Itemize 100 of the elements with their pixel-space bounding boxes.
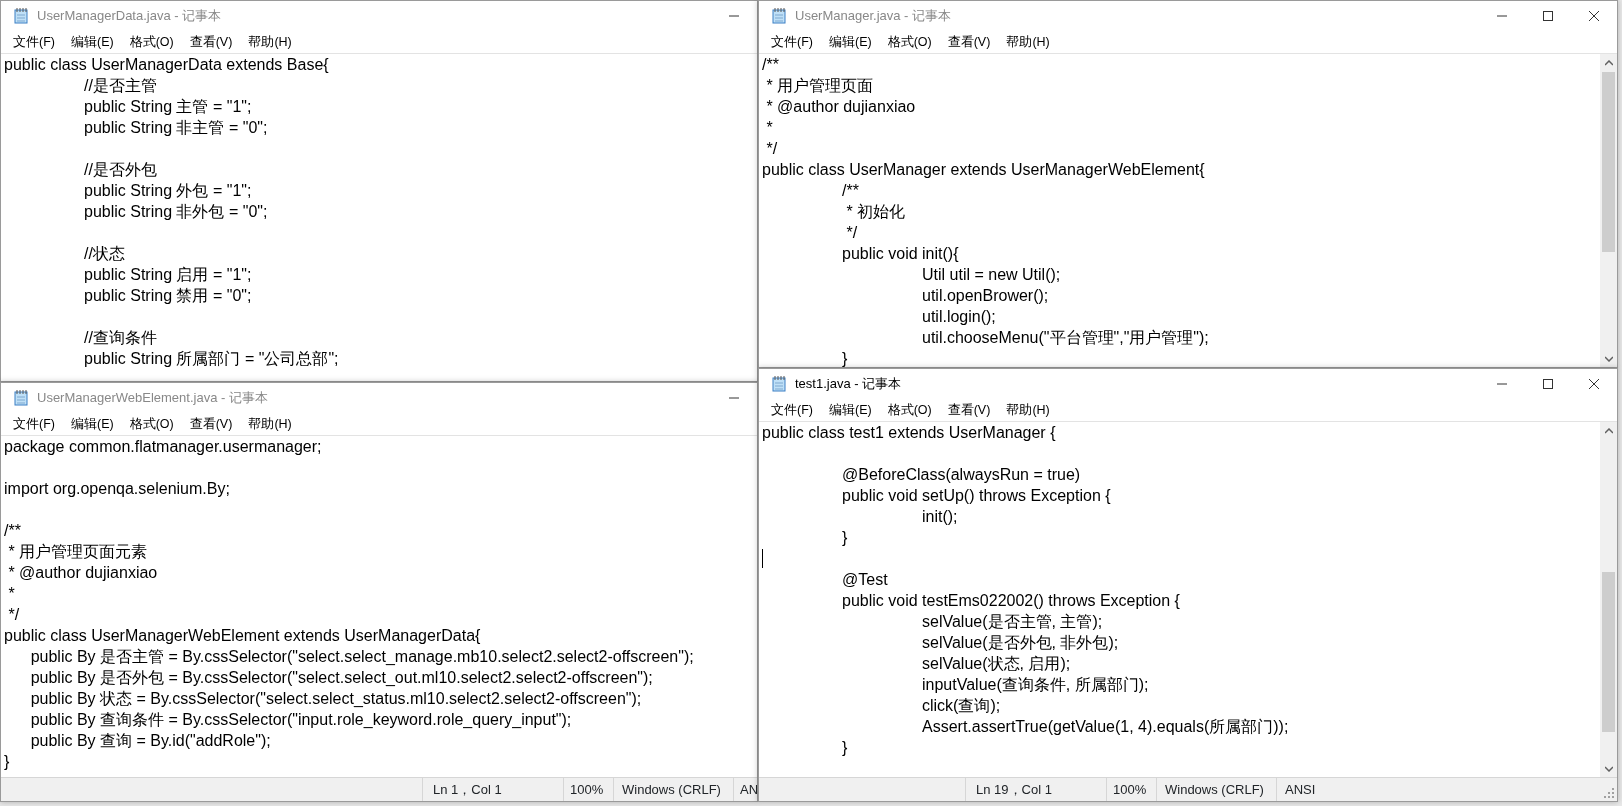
code-line: public String 非主管 = "0"; — [83, 118, 269, 138]
code-line: selValue(是否外包, 非外包); — [921, 633, 1120, 653]
code-line: * @author dujianxiao — [765, 97, 917, 117]
menu-item[interactable]: 编辑(E) — [62, 414, 122, 434]
menu-item[interactable]: 格式(O) — [121, 414, 182, 434]
code-line: public By 查询 = By.id("addRole"); — [29, 731, 272, 751]
code-line: Util util = new Util(); — [921, 265, 1062, 285]
menu-item[interactable]: 文件(F) — [763, 400, 821, 420]
code-line: public String 启用 = "1"; — [83, 265, 253, 285]
window-title: test1.java - 记事本 — [795, 375, 902, 394]
close-icon[interactable] — [1589, 11, 1599, 21]
menu-item[interactable]: 查看(V) — [939, 32, 999, 52]
window-title: UserManager.java - 记事本 — [795, 7, 952, 26]
code-line: /** — [761, 55, 780, 75]
code-line: init(); — [921, 507, 959, 527]
menu-item[interactable]: 查看(V) — [939, 400, 999, 420]
code-line: } — [3, 752, 11, 772]
code-line: util.openBrower(); — [921, 286, 1050, 306]
encoding: ANSI — [1285, 780, 1316, 799]
code-line: util.login(); — [921, 307, 997, 327]
code-line: @Test — [841, 570, 889, 590]
code-line: public void setUp() throws Exception { — [841, 486, 1112, 506]
notepad-icon — [13, 390, 29, 406]
code-line: public By 状态 = By.cssSelector("select.select_status.ml10.select2.select2-offscreen"); — [29, 689, 643, 709]
code-line: //状态 — [83, 244, 126, 264]
code-line: public String 所属部门 = "公司总部"; — [83, 349, 340, 369]
code-line: */ — [765, 139, 779, 159]
code-line: public class UserManagerWebElement extends UserManagerData{ — [3, 626, 482, 646]
menu-item[interactable]: 查看(V) — [181, 32, 241, 52]
code-line: Assert.assertTrue(getValue(1, 4).equals(所属部门)); — [921, 717, 1290, 737]
scroll-down-icon[interactable] — [1604, 765, 1613, 772]
code-line: } — [841, 528, 849, 548]
code-line: } — [841, 738, 849, 758]
code-line: import org.openqa.selenium.By; — [3, 479, 231, 499]
code-line: public By 是否外包 = By.cssSelector("select.select_out.ml10.select2.select2-offscreen"); — [29, 668, 654, 688]
code-line: package common.flatmanager.usermanager; — [3, 437, 323, 457]
menu-item[interactable]: 帮助(H) — [998, 400, 1058, 420]
notepad-icon — [771, 376, 787, 392]
scroll-down-icon[interactable] — [1604, 355, 1613, 362]
code-line: /** — [3, 521, 22, 541]
code-line: selValue(状态, 启用); — [921, 654, 1072, 674]
menu-item[interactable]: 帮助(H) — [240, 32, 300, 52]
scroll-up-icon[interactable] — [1604, 59, 1613, 66]
code-line: public class test1 extends UserManager { — [761, 423, 1057, 443]
code-line: inputValue(查询条件, 所属部门); — [921, 675, 1150, 695]
menu-item[interactable]: 查看(V) — [181, 414, 241, 434]
code-line: */ — [7, 605, 21, 625]
line-ending: Windows (CRLF) — [622, 780, 721, 799]
code-line: //是否主管 — [83, 76, 158, 96]
maximize-icon[interactable] — [1543, 11, 1553, 21]
menu-item[interactable]: 帮助(H) — [240, 414, 300, 434]
menu-item[interactable]: 编辑(E) — [62, 32, 122, 52]
code-line: * 初始化 — [845, 202, 907, 222]
menu-item[interactable]: 编辑(E) — [820, 400, 880, 420]
resize-grip-icon[interactable] — [1603, 787, 1615, 799]
vertical-scrollbar[interactable] — [1600, 54, 1617, 367]
cursor-position: Ln 1，Col 1 — [433, 780, 502, 799]
code-line: * 用户管理页面 — [765, 76, 875, 96]
menu-item[interactable]: 帮助(H) — [998, 32, 1058, 52]
code-line: public void init(){ — [841, 244, 960, 264]
menu-item[interactable]: 格式(O) — [879, 400, 940, 420]
notepad-icon — [771, 8, 787, 24]
code-line: public By 是否主管 = By.cssSelector("select.select_manage.mb10.select2.select2-offscreen"); — [29, 647, 695, 667]
scrollbar-thumb[interactable] — [1602, 572, 1615, 732]
code-line: public class UserManagerData extends Base{ — [3, 55, 330, 75]
menu-item[interactable]: 格式(O) — [879, 32, 940, 52]
code-line: public String 禁用 = "0"; — [83, 286, 253, 306]
code-line: } — [841, 349, 849, 367]
menu-item[interactable]: 格式(O) — [121, 32, 182, 52]
code-line: public String 主管 = "1"; — [83, 97, 253, 117]
code-line: selValue(是否主管, 主管); — [921, 612, 1104, 632]
code-line: @BeforeClass(alwaysRun = true) — [841, 465, 1082, 485]
scroll-up-icon[interactable] — [1604, 427, 1613, 434]
close-icon[interactable] — [1589, 379, 1599, 389]
menu-item[interactable]: 文件(F) — [763, 32, 821, 52]
menu-item[interactable]: 文件(F) — [5, 32, 63, 52]
cursor-position: Ln 19，Col 1 — [976, 780, 1052, 799]
zoom-level: 100% — [1113, 780, 1147, 799]
menu-item[interactable]: 文件(F) — [5, 414, 63, 434]
menu-item[interactable]: 编辑(E) — [820, 32, 880, 52]
code-line: public By 查询条件 = By.cssSelector("input.role_keyword.role_query_input"); — [29, 710, 573, 730]
notepad-icon — [13, 8, 29, 24]
code-line: util.chooseMenu("平台管理","用户管理"); — [921, 328, 1210, 348]
window-title: UserManagerWebElement.java - 记事本 — [37, 389, 268, 408]
line-ending: Windows (CRLF) — [1165, 780, 1264, 799]
vertical-scrollbar[interactable] — [1600, 422, 1617, 777]
window-title: UserManagerData.java - 记事本 — [37, 7, 222, 26]
code-line: /** — [841, 181, 860, 201]
scrollbar-thumb[interactable] — [1602, 72, 1615, 252]
encoding: AN — [740, 780, 757, 799]
maximize-icon[interactable] — [1543, 379, 1553, 389]
code-line: public String 非外包 = "0"; — [83, 202, 269, 222]
code-line: * @author dujianxiao — [7, 563, 159, 583]
code-line: public void testEms022002() throws Exception { — [841, 591, 1181, 611]
code-line: public class UserManager extends UserManagerWebElement{ — [761, 160, 1206, 180]
code-line: * — [765, 118, 774, 138]
code-line: */ — [845, 223, 859, 243]
code-line: //是否外包 — [83, 160, 158, 180]
code-line: //查询条件 — [83, 328, 158, 348]
code-line: public String 外包 = "1"; — [83, 181, 253, 201]
